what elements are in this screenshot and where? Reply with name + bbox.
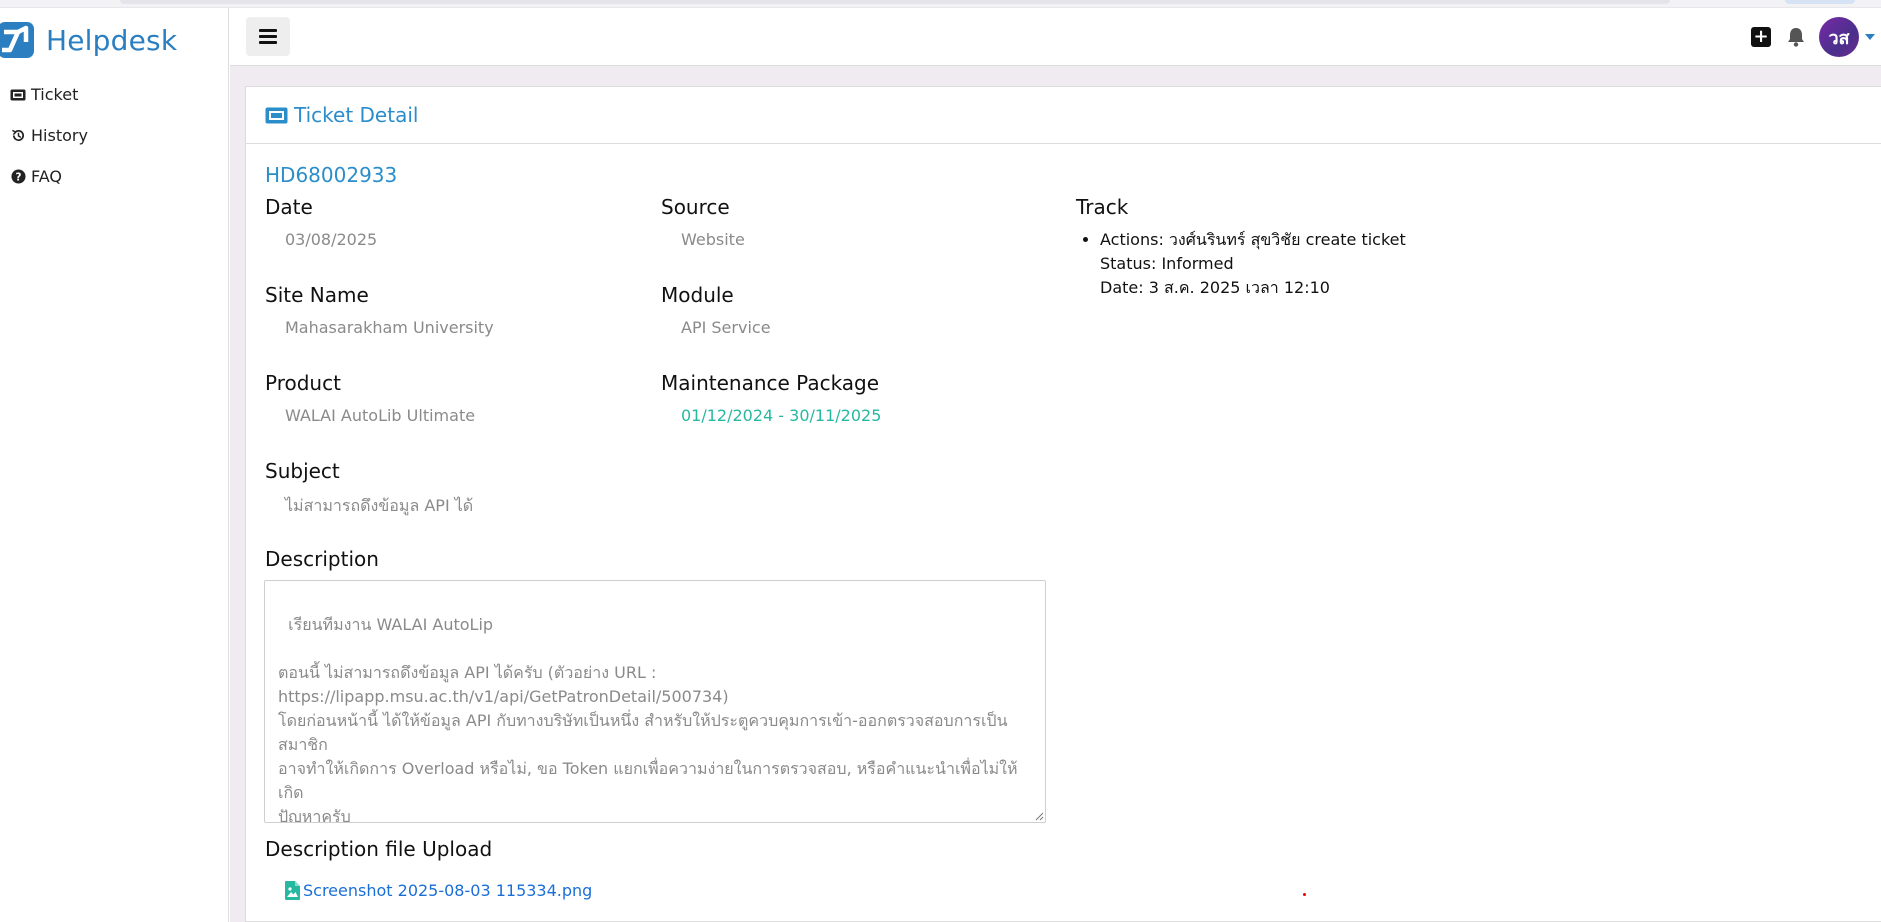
description-textarea[interactable]: เรียนทีมงาน WALAI AutoLip ตอนนี้ ไม่สามา… xyxy=(264,580,1046,823)
uploaded-file-link[interactable]: Screenshot 2025-08-03 115334.png xyxy=(285,881,592,900)
bell-icon[interactable] xyxy=(1787,27,1805,47)
sidebar-item-ticket[interactable]: Ticket xyxy=(0,74,229,115)
header-actions: + วส xyxy=(1751,8,1881,66)
ticket-id: HD68002933 xyxy=(265,163,398,187)
module-value: API Service xyxy=(681,318,771,337)
maintenance-package-value: 01/12/2024 - 30/11/2025 xyxy=(681,406,882,425)
browser-top-strip xyxy=(0,0,1881,8)
subject-label: Subject xyxy=(265,459,340,483)
track-date: Date: 3 ส.ค. 2025 เวลา 12:10 xyxy=(1100,278,1330,297)
question-circle-icon: ? xyxy=(9,169,27,184)
resize-grip-icon[interactable] xyxy=(1035,812,1044,821)
brand[interactable]: Helpdesk xyxy=(0,14,229,66)
brand-name: Helpdesk xyxy=(46,23,178,57)
hamburger-button[interactable] xyxy=(246,17,290,56)
card-header: Ticket Detail xyxy=(246,87,1881,144)
history-icon xyxy=(9,128,27,143)
hamburger-icon xyxy=(259,29,277,44)
site-name-value: Mahasarakham University xyxy=(285,318,494,337)
date-label: Date xyxy=(265,195,313,219)
sidebar-item-label: Ticket xyxy=(31,85,79,104)
caret-down-icon[interactable] xyxy=(1859,34,1881,40)
track-label: Track xyxy=(1076,195,1129,219)
description-label: Description xyxy=(265,547,379,571)
file-name: Screenshot 2025-08-03 115334.png xyxy=(303,881,593,900)
helpdesk-logo-icon xyxy=(0,22,34,58)
sidebar-item-faq[interactable]: ? FAQ xyxy=(0,156,229,197)
top-header: + วส xyxy=(230,8,1881,66)
avatar[interactable]: วส xyxy=(1819,17,1859,57)
source-value: Website xyxy=(681,230,745,249)
track-status: Status: Informed xyxy=(1100,254,1234,273)
svg-text:?: ? xyxy=(15,171,21,183)
subject-value: ไม่สามารถดึงข้อมูล API ได้ xyxy=(285,496,474,515)
card-title: Ticket Detail xyxy=(294,103,419,127)
track-list: Actions: วงศ์นรินทร์ สุขวิชัย create tic… xyxy=(1076,228,1596,300)
module-label: Module xyxy=(661,283,734,307)
date-value: 03/08/2025 xyxy=(285,230,378,249)
browser-button-edge xyxy=(1785,0,1855,4)
address-bar-edge xyxy=(120,0,1670,4)
description-text: เรียนทีมงาน WALAI AutoLip ตอนนี้ ไม่สามา… xyxy=(278,615,1018,823)
track-entry: Actions: วงศ์นรินทร์ สุขวิชัย create tic… xyxy=(1100,228,1596,300)
cursor-dot xyxy=(1303,893,1306,896)
source-label: Source xyxy=(661,195,730,219)
image-file-icon xyxy=(285,881,300,900)
file-upload-label: Description file Upload xyxy=(265,837,493,861)
sidebar-item-history[interactable]: History xyxy=(0,115,229,156)
sidebar-item-label: FAQ xyxy=(31,167,62,186)
ticket-icon xyxy=(9,89,27,101)
plus-square-icon[interactable]: + xyxy=(1751,27,1771,47)
sidebar-nav: Ticket History ? FAQ xyxy=(0,74,229,197)
track-actions: Actions: วงศ์นรินทร์ สุขวิชัย create tic… xyxy=(1100,230,1406,249)
site-name-label: Site Name xyxy=(265,283,369,307)
sidebar-item-label: History xyxy=(31,126,88,145)
maintenance-package-label: Maintenance Package xyxy=(661,371,880,395)
sidebar: Helpdesk Ticket History ? FAQ xyxy=(0,8,229,922)
product-label: Product xyxy=(265,371,341,395)
ticket-icon xyxy=(265,107,288,123)
product-value: WALAI AutoLib Ultimate xyxy=(285,406,476,425)
